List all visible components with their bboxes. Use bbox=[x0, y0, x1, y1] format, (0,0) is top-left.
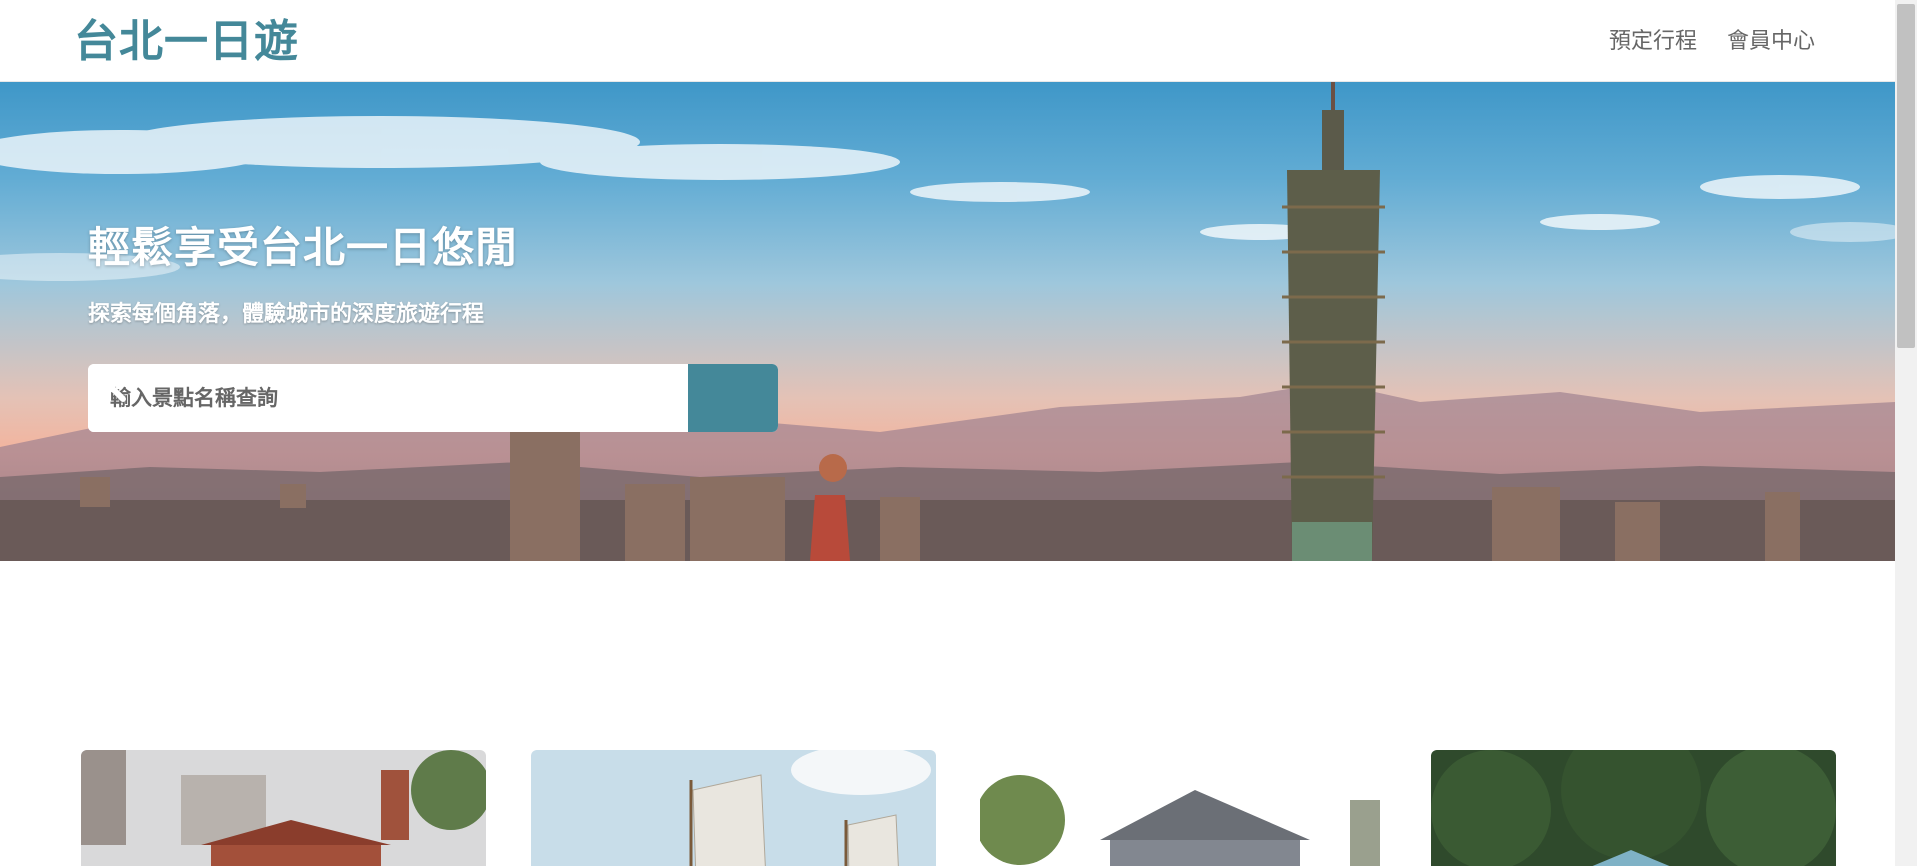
attraction-card-4[interactable] bbox=[1431, 750, 1836, 866]
search-input[interactable] bbox=[88, 364, 688, 432]
nav-link-member[interactable]: 會員中心 bbox=[1727, 26, 1815, 58]
hero-banner: 輕鬆享受台北一日悠閒 探索每個角落，體驗城市的深度旅遊行程 bbox=[0, 82, 1895, 561]
sailing-junk-photo bbox=[531, 750, 936, 866]
gray-roof-house-photo bbox=[980, 750, 1385, 866]
search-button[interactable] bbox=[90, 364, 778, 432]
page: 台北一日遊 預定行程 會員中心 輕鬆享受台北一日悠閒 探索每個角落，體驗城市的深… bbox=[0, 0, 1917, 866]
nav-links: 預定行程 會員中心 bbox=[1609, 26, 1815, 58]
attraction-card-2[interactable] bbox=[531, 750, 936, 866]
nav-link-booking[interactable]: 預定行程 bbox=[1609, 26, 1697, 58]
green-forest-temple-photo bbox=[1431, 750, 1836, 866]
hero-subtitle: 探索每個角落，體驗城市的深度旅遊行程 bbox=[88, 302, 485, 327]
search-bar bbox=[88, 364, 778, 432]
top-navbar: 台北一日遊 預定行程 會員中心 bbox=[0, 0, 1895, 82]
red-brick-building-photo bbox=[81, 750, 486, 866]
attraction-card-1[interactable] bbox=[81, 750, 486, 866]
scrollbar-thumb[interactable] bbox=[1897, 4, 1915, 348]
hero-title: 輕鬆享受台北一日悠閒 bbox=[88, 223, 519, 272]
attraction-card-3[interactable] bbox=[980, 750, 1385, 866]
site-logo[interactable]: 台北一日遊 bbox=[74, 14, 299, 70]
page-scrollbar[interactable] bbox=[1895, 0, 1917, 866]
